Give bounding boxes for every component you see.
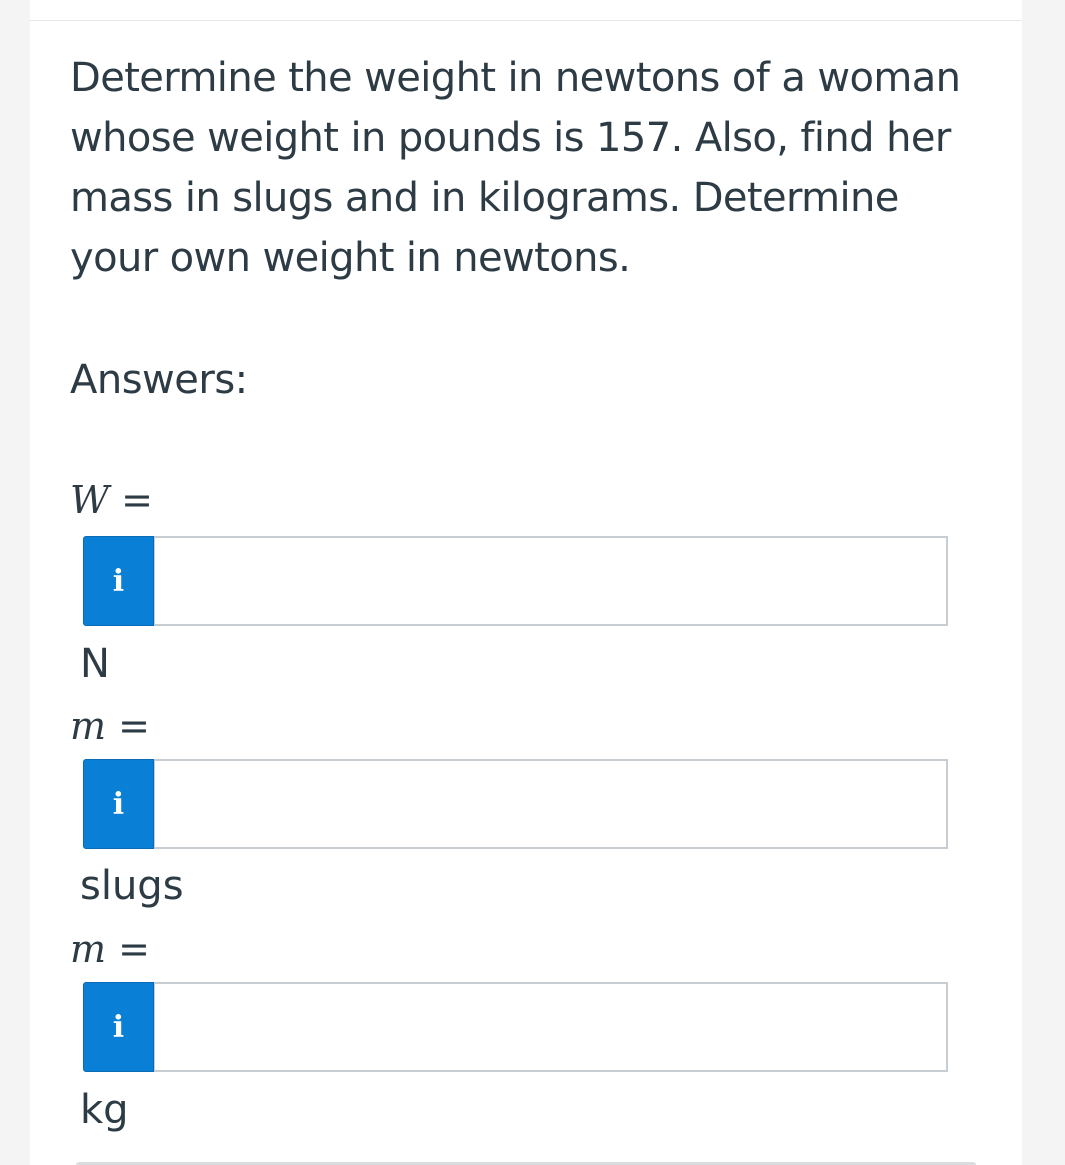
mass-slugs-answer-input[interactable] xyxy=(154,759,948,849)
mass-kg-answer-input[interactable] xyxy=(154,982,948,1072)
mass-slugs-unit-label: slugs xyxy=(80,863,184,909)
mass-kg-answer-group: i xyxy=(83,982,948,1072)
mass-kg-unit-label: kg xyxy=(80,1087,129,1133)
weight-unit-label: N xyxy=(80,641,110,687)
variable-symbol: W xyxy=(70,478,110,522)
mass-slugs-answer-group: i xyxy=(83,759,948,849)
equals-sign: = xyxy=(121,478,153,522)
mass-slugs-variable-label: m = xyxy=(70,704,150,748)
answers-heading: Answers: xyxy=(70,357,248,403)
mass-kg-variable-label: m = xyxy=(70,927,150,971)
weight-answer-input[interactable] xyxy=(154,536,948,626)
question-card: Determine the weight in newtons of a wom… xyxy=(30,0,1022,1165)
info-icon[interactable]: i xyxy=(83,536,154,626)
info-icon[interactable]: i xyxy=(83,982,154,1072)
variable-symbol: m xyxy=(70,927,107,971)
variable-symbol: m xyxy=(70,704,107,748)
equals-sign: = xyxy=(118,704,150,748)
info-icon[interactable]: i xyxy=(83,759,154,849)
weight-variable-label: W = xyxy=(70,478,153,522)
weight-answer-group: i xyxy=(83,536,948,626)
question-text: Determine the weight in newtons of a wom… xyxy=(70,55,961,281)
divider xyxy=(30,20,1022,21)
equals-sign: = xyxy=(118,927,150,971)
